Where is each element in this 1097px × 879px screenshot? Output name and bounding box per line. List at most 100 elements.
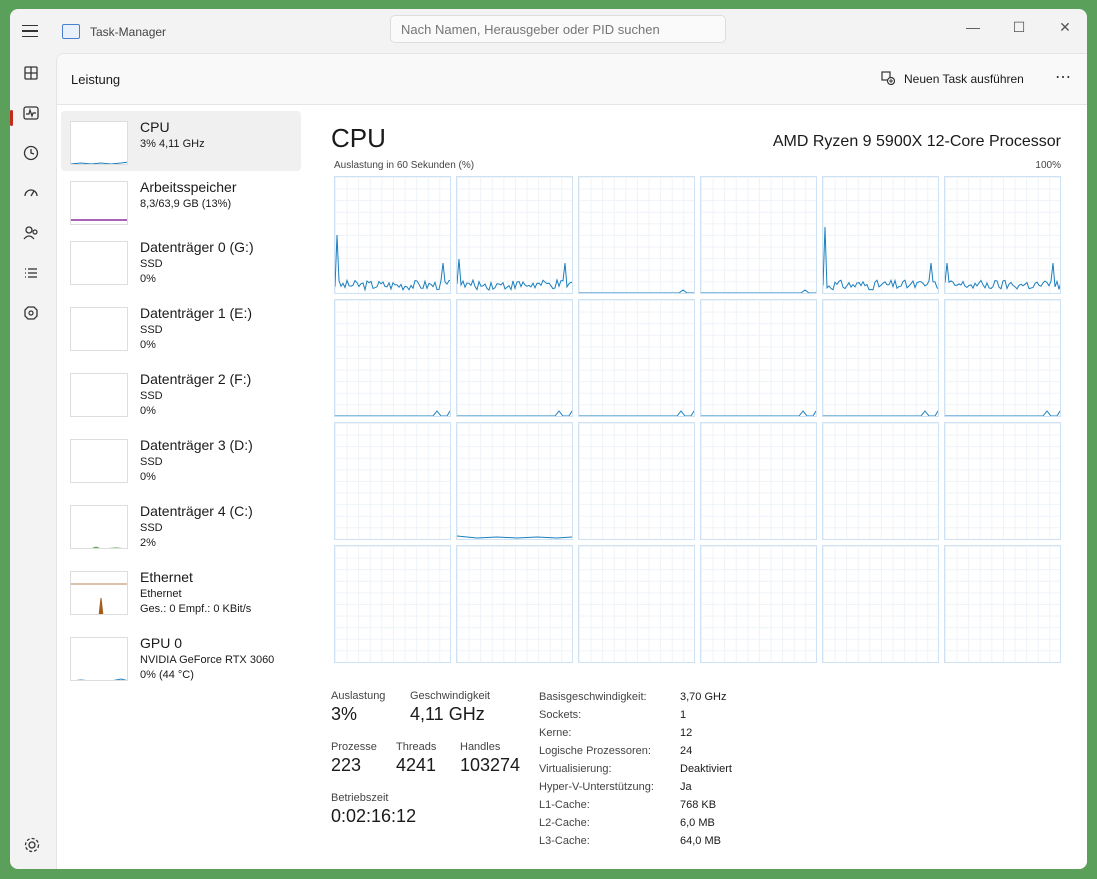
- processes-label: Prozesse: [331, 741, 377, 753]
- logical-processor-graph: [700, 299, 817, 417]
- device-item[interactable]: GPU 0 NVIDIA GeForce RTX 3060 0% (44 °C): [61, 627, 301, 687]
- logical-processor-graph: [334, 545, 451, 663]
- device-name: Datenträger 4 (C:): [140, 503, 253, 519]
- gear-icon: [24, 837, 40, 853]
- settings-button[interactable]: [22, 835, 42, 855]
- info-value: 24: [680, 745, 693, 757]
- logical-processor-graph: [334, 422, 451, 540]
- device-thumbnail: [70, 121, 128, 165]
- logical-processor-graph: [944, 299, 1061, 417]
- logical-processor-graph: [456, 545, 573, 663]
- device-thumbnail: [70, 505, 128, 549]
- nav-active-indicator: [10, 110, 13, 126]
- nav-processes[interactable]: [18, 60, 44, 86]
- logical-processor-graph: [456, 422, 573, 540]
- info-value: Ja: [680, 781, 692, 793]
- threads-label: Threads: [396, 741, 437, 753]
- device-detail: SSD: [140, 258, 163, 270]
- app-title: Task-Manager: [90, 25, 167, 39]
- logical-processor-graph: [944, 422, 1061, 540]
- logical-processor-graph: [578, 545, 695, 663]
- nav-startup-apps[interactable]: [18, 180, 44, 206]
- details-icon: [25, 268, 37, 278]
- device-item[interactable]: Datenträger 2 (F:) SSD 0%: [61, 363, 301, 423]
- info-value: 64,0 MB: [680, 835, 721, 847]
- info-label: L2-Cache:: [539, 817, 590, 829]
- device-name: Datenträger 3 (D:): [140, 437, 253, 453]
- info-value: 12: [680, 727, 693, 739]
- logical-processor-graph: [822, 422, 939, 540]
- startup-apps-icon: [24, 189, 38, 197]
- device-item[interactable]: Ethernet Ethernet Ges.: 0 Empf.: 0 KBit/s: [61, 561, 301, 621]
- nav-performance[interactable]: [18, 100, 44, 126]
- minimize-button[interactable]: —: [958, 15, 988, 39]
- device-usage: 0%: [140, 471, 156, 483]
- device-thumbnail: [70, 637, 128, 681]
- speed-value: 4,11 GHz: [410, 704, 485, 724]
- device-detail: 8,3/63,9 GB (13%): [140, 198, 232, 210]
- logical-processor-graph: [944, 176, 1061, 294]
- services-icon: [24, 306, 38, 320]
- maximize-button[interactable]: ☐: [1004, 15, 1034, 39]
- device-item[interactable]: Datenträger 0 (G:) SSD 0%: [61, 231, 301, 291]
- logical-processor-graph: [578, 299, 695, 417]
- device-name: Datenträger 1 (E:): [140, 305, 253, 321]
- nav-app-history[interactable]: [18, 140, 44, 166]
- nav-details[interactable]: [18, 260, 44, 286]
- new-task-label: Neuen Task ausführen: [904, 72, 1024, 86]
- cpu-model: AMD Ryzen 9 5900X 12-Core Processor: [772, 133, 1061, 150]
- device-detail: SSD: [140, 456, 163, 468]
- task-manager-app-icon: [62, 24, 80, 39]
- search-input[interactable]: [390, 15, 726, 43]
- device-name: Ethernet: [140, 569, 193, 585]
- logical-processor-graph: [822, 176, 939, 294]
- nav-services[interactable]: [18, 300, 44, 326]
- title-bar: Task-Manager — ☐ ✕: [10, 9, 1087, 53]
- device-thumbnail: [70, 571, 128, 615]
- device-detail: 3% 4,11 GHz: [140, 138, 205, 150]
- info-value: Deaktiviert: [680, 763, 732, 775]
- info-label: Hyper-V-Unterstützung:: [539, 781, 654, 793]
- logical-processor-graph: [578, 176, 695, 294]
- logical-processor-graph: [822, 545, 939, 663]
- close-button[interactable]: ✕: [1050, 15, 1080, 39]
- page-title: Leistung: [71, 72, 121, 87]
- info-label: Logische Prozessoren:: [539, 745, 651, 757]
- device-item[interactable]: Datenträger 1 (E:) SSD 0%: [61, 297, 301, 357]
- logical-processor-graph: [334, 176, 451, 294]
- threads-value: 4241: [396, 755, 437, 775]
- nav-rail: [10, 53, 56, 869]
- device-usage: 0%: [140, 405, 156, 417]
- device-thumbnail: [70, 307, 128, 351]
- logical-processor-graph: [456, 176, 573, 294]
- device-usage: 2%: [140, 537, 156, 549]
- logical-processor-graph: [456, 299, 573, 417]
- device-thumbnail: [70, 439, 128, 483]
- processes-icon: [24, 66, 38, 80]
- info-label: Virtualisierung:: [539, 763, 612, 775]
- command-bar: Leistung Neuen Task ausführen ⋯: [57, 54, 1087, 105]
- logical-processor-graph: [700, 422, 817, 540]
- device-detail: SSD: [140, 522, 163, 534]
- device-item[interactable]: CPU 3% 4,11 GHz: [61, 111, 301, 171]
- device-detail: NVIDIA GeForce RTX 3060: [140, 654, 275, 666]
- handles-label: Handles: [460, 741, 501, 753]
- handles-value: 103274: [460, 755, 521, 775]
- uptime-value: 0:02:16:12: [331, 806, 417, 826]
- info-label: L1-Cache:: [539, 799, 590, 811]
- device-item[interactable]: Arbeitsspeicher 8,3/63,9 GB (13%): [61, 171, 301, 231]
- more-options-button[interactable]: ⋯: [1051, 67, 1075, 91]
- logical-processor-graph: [334, 299, 451, 417]
- nav-users[interactable]: [18, 220, 44, 246]
- device-item[interactable]: Datenträger 3 (D:) SSD 0%: [61, 429, 301, 489]
- logical-processor-graph: [700, 545, 817, 663]
- graph-label: Auslastung in 60 Sekunden (%): [334, 160, 475, 171]
- info-label: L3-Cache:: [539, 835, 590, 847]
- uptime-label: Betriebszeit: [331, 792, 389, 804]
- logical-processor-graph: [822, 299, 939, 417]
- device-item[interactable]: Datenträger 4 (C:) SSD 2%: [61, 495, 301, 555]
- graph-max-label: 100%: [1035, 160, 1061, 171]
- device-thumbnail: [70, 181, 128, 225]
- hamburger-menu-icon[interactable]: [20, 21, 40, 41]
- new-task-icon: [881, 71, 895, 85]
